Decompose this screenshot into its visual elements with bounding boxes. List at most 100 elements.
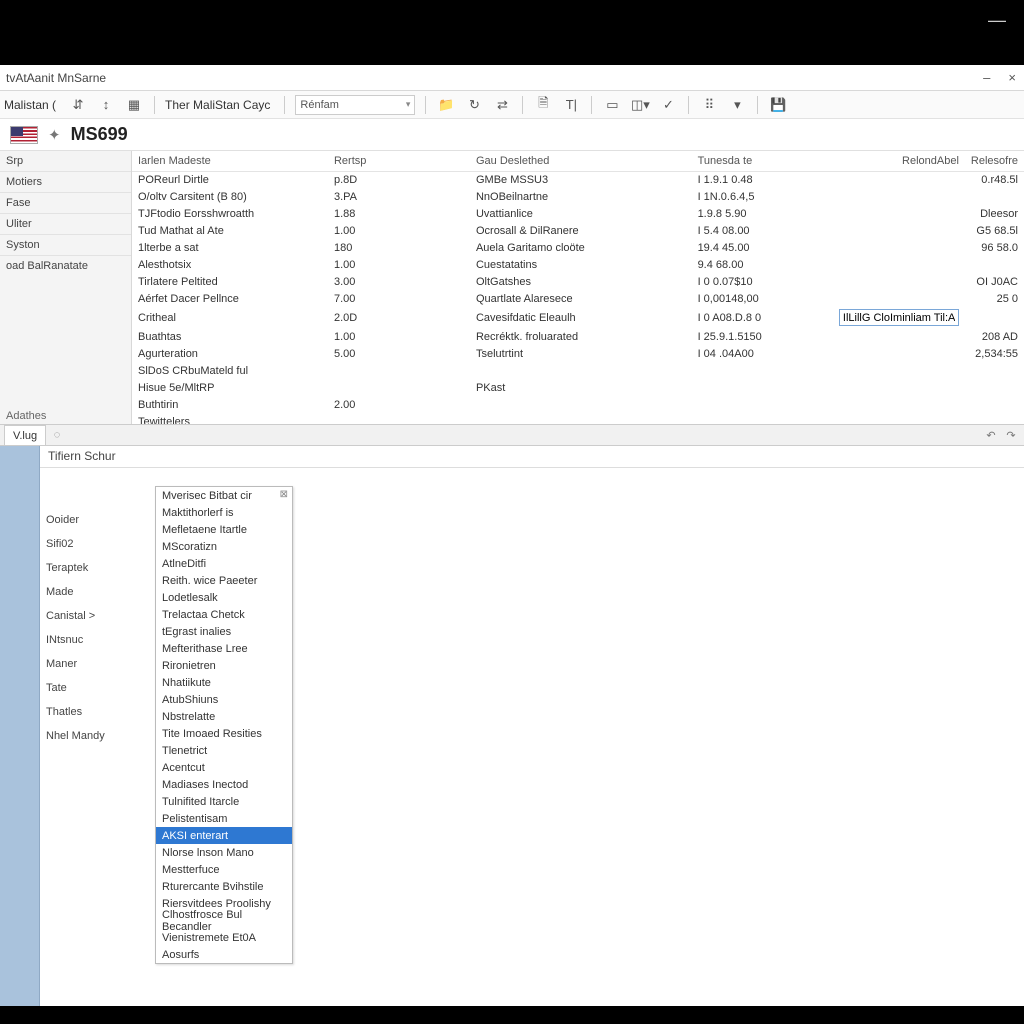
data-grid-cell: Recréktk. froluarated xyxy=(470,328,692,345)
col-header[interactable]: Relesofre xyxy=(965,151,1024,171)
detail-sidebar-item[interactable]: Teraptek xyxy=(44,556,108,580)
popup-close-icon[interactable]: ⊠ xyxy=(280,489,288,500)
toolbar-chart-icon[interactable]: ▭ xyxy=(602,95,622,115)
popup-list-item[interactable]: Tite Imoaed Resities xyxy=(156,725,292,742)
popup-list-item[interactable]: Madiases Inectod xyxy=(156,776,292,793)
data-grid-header-row: Iarlen Madeste Rertsp Gau Deslethed Tune… xyxy=(132,151,1024,171)
data-grid-cell: I 04 .04A00 xyxy=(692,345,833,362)
tab-active[interactable]: V.lug xyxy=(4,425,46,445)
popup-list-item[interactable]: MScoratizn xyxy=(156,538,292,555)
data-grid-row[interactable]: Tirlatere Peltited3.00OltGatshesI 0 0.07… xyxy=(132,273,1024,290)
detail-sidebar-item[interactable]: Tate xyxy=(44,676,108,700)
data-grid-row[interactable]: Aérfet Dacer Pellnce7.00Quartlate Alares… xyxy=(132,290,1024,307)
detail-sidebar-item[interactable]: Made xyxy=(44,580,108,604)
window-minimize-button[interactable]: – xyxy=(983,70,990,85)
popup-list-item[interactable]: Rturercante Bvihstile xyxy=(156,878,292,895)
app-window: tvAtAanit MnSarne – × Malistan ( ⇵ ↕ ▦ T… xyxy=(0,65,1024,1004)
data-grid-row[interactable]: Hisue 5e/MltRPPKast xyxy=(132,379,1024,396)
data-grid-row[interactable]: Critheal2.0DCavesifdatic EleaulhI 0 A08.… xyxy=(132,307,1024,328)
data-grid-cell: I 0 0.07$10 xyxy=(692,273,833,290)
popup-list-item[interactable]: Lodetlesalk xyxy=(156,589,292,606)
popup-list-item[interactable]: Nlorse lnson Mano xyxy=(156,844,292,861)
data-grid-cell: Uvattianlice xyxy=(470,205,692,222)
popup-list-item[interactable]: Reith. wice Paeeter xyxy=(156,572,292,589)
popup-list-item[interactable]: Aosurfs xyxy=(156,946,292,963)
window-close-button[interactable]: × xyxy=(1008,70,1016,85)
toolbar-refresh-icon[interactable]: ↻ xyxy=(464,95,484,115)
popup-list-item[interactable]: Nhatiikute xyxy=(156,674,292,691)
popup-list-item[interactable]: Mefletaene Itartle xyxy=(156,521,292,538)
toolbar-grid-icon[interactable]: ▦ xyxy=(124,95,144,115)
tab-nav-prev-icon[interactable]: ↶ xyxy=(982,426,1000,444)
data-grid-row[interactable]: SlDoS CRbuMateld ful xyxy=(132,362,1024,379)
data-grid-row[interactable]: Tewittelers xyxy=(132,413,1024,424)
sidenav-item[interactable]: Srp xyxy=(0,151,131,171)
col-header[interactable]: RelondAbel xyxy=(833,151,965,171)
tab-settings-icon[interactable]: ◌ xyxy=(48,426,66,444)
sidenav-item[interactable]: Syston xyxy=(0,234,131,255)
detail-sidebar-item[interactable]: Thatles xyxy=(44,700,108,724)
sidenav-item[interactable]: oad BalRanatate xyxy=(0,255,131,276)
popup-list-item[interactable]: Tulnifited Itarcle xyxy=(156,793,292,810)
popup-list-item[interactable]: Maktithorlerf is xyxy=(156,504,292,521)
grid-inline-input[interactable] xyxy=(839,309,959,326)
data-grid-cell: 96 58.0 xyxy=(965,239,1024,256)
data-grid-row[interactable]: Buathtas1.00Recréktk. froluaratedI 25.9.… xyxy=(132,328,1024,345)
toolbar-save-icon[interactable]: 💾 xyxy=(768,95,788,115)
col-header[interactable]: Iarlen Madeste xyxy=(132,151,328,171)
popup-list-item[interactable]: Nbstrelatte xyxy=(156,708,292,725)
record-header: ✦ MS699 xyxy=(0,119,1024,151)
popup-list-item[interactable]: tEgrast inalies xyxy=(156,623,292,640)
popup-list-item[interactable]: Pelistentisam xyxy=(156,810,292,827)
sidenav-item[interactable]: Uliter xyxy=(0,213,131,234)
detail-sidebar-item[interactable]: Canistal > xyxy=(44,604,108,628)
col-header[interactable]: Gau Deslethed xyxy=(470,151,692,171)
tab-nav-next-icon[interactable]: ↷ xyxy=(1002,426,1020,444)
popup-list-item[interactable]: Mestterfuce xyxy=(156,861,292,878)
data-grid-cell: PKast xyxy=(470,379,692,396)
toolbar-action-icon[interactable]: ⇵ xyxy=(68,95,88,115)
toolbar-filter-dropdown[interactable]: Rénfam xyxy=(295,95,415,115)
sidenav-item[interactable]: Fase xyxy=(0,192,131,213)
toolbar-layout-icon[interactable]: ◫▾ xyxy=(630,95,650,115)
popup-list-item[interactable]: AKSI enterart xyxy=(156,827,292,844)
sidenav-item[interactable]: Motiers xyxy=(0,171,131,192)
data-grid-cell: Quartlate Alaresece xyxy=(470,290,692,307)
popup-list-item[interactable]: Rironietren xyxy=(156,657,292,674)
popup-list-item[interactable]: Mefterithase Lree xyxy=(156,640,292,657)
data-grid-row[interactable]: TJFtodio Eorsshwroatth1.88Uvattianlice1.… xyxy=(132,205,1024,222)
popup-list-item[interactable]: Clhostfrosce Bul Becandler xyxy=(156,912,292,929)
side-nav: Srp Motiers Fase Uliter Syston oad BalRa… xyxy=(0,151,132,424)
popup-list-item[interactable]: Acentcut xyxy=(156,759,292,776)
detail-sidebar-item[interactable]: Sifi02 xyxy=(44,532,108,556)
data-grid-row[interactable]: Tud Mathat al Ate1.00Ocrosall & DilRaner… xyxy=(132,222,1024,239)
popup-list-item[interactable]: Tlenetrict xyxy=(156,742,292,759)
data-grid-row[interactable]: Alesthotsix1.00Cuestatatins9.4 68.00 xyxy=(132,256,1024,273)
popup-list-item[interactable]: AtubShiuns xyxy=(156,691,292,708)
data-grid-row[interactable]: Agurteration5.00TselutrtintI 04 .04A002,… xyxy=(132,345,1024,362)
detail-sidebar-item[interactable]: Maner xyxy=(44,652,108,676)
data-grid-row[interactable]: 1lterbe a sat180Auela Garitamo cloöte19.… xyxy=(132,239,1024,256)
detail-sidebar-item[interactable]: Nhel Mandy xyxy=(44,724,108,748)
detail-sidebar-item[interactable]: INtsnuc xyxy=(44,628,108,652)
popup-list-item[interactable]: AtlneDitfi xyxy=(156,555,292,572)
lower-region: Tifiern Schur OoiderSifi02TeraptekMadeCa… xyxy=(0,446,1024,1006)
toolbar-link-icon[interactable]: ⇄ xyxy=(492,95,512,115)
data-grid-cell: 9.4 68.00 xyxy=(692,256,833,273)
toolbar-share-icon[interactable]: ⠿ xyxy=(699,95,719,115)
popup-list-item[interactable]: Trelactaa Chetck xyxy=(156,606,292,623)
toolbar-check-icon[interactable]: ✓ xyxy=(658,95,678,115)
toolbar-folder-icon[interactable]: 📁 xyxy=(436,95,456,115)
data-grid-cell: NnOBeilnartne xyxy=(470,188,692,205)
toolbar-more-icon[interactable]: ▾ xyxy=(727,95,747,115)
popup-list-item[interactable]: Mverisec Bitbat cir xyxy=(156,487,292,504)
detail-sidebar-item[interactable]: Ooider xyxy=(44,508,108,532)
toolbar-doc-icon[interactable]: 🗎 xyxy=(533,95,553,115)
toolbar-text-icon[interactable]: T| xyxy=(561,95,581,115)
data-grid-row[interactable]: O/oltv Carsitent (B 80)3.PANnOBeilnartne… xyxy=(132,188,1024,205)
col-header[interactable]: Rertsp xyxy=(328,151,470,171)
col-header[interactable]: Tunesda te xyxy=(692,151,833,171)
data-grid-row[interactable]: POReurl Dirtlep.8DGMBe MSSU3I 1.9.1 0.48… xyxy=(132,171,1024,188)
data-grid-row[interactable]: Buthtirin2.00 xyxy=(132,396,1024,413)
toolbar-sort-icon[interactable]: ↕ xyxy=(96,95,116,115)
